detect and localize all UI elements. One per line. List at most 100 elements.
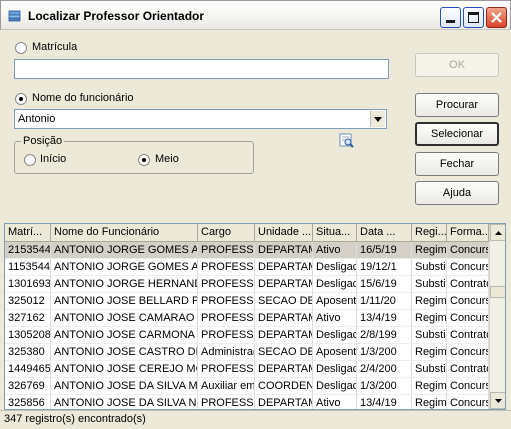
table-row[interactable]: 1449465ANTONIO JOSE CEREJO MCPROFESSODEP… xyxy=(5,361,489,378)
table-row[interactable]: 1301693ANTONIO JORGE HERNANDPROFESSODEPA… xyxy=(5,276,489,293)
table-cell: 325012 xyxy=(5,293,51,310)
status-text: 347 registro(s) encontrado(s) xyxy=(4,413,146,425)
table-cell: PROFESSO xyxy=(198,395,255,409)
table-row[interactable]: 326769 ANTONIO JOSE DA SILVA M Auxiliar em… xyxy=(5,378,489,395)
chevron-down-icon[interactable] xyxy=(370,111,385,127)
table-cell: ANTONIO JOSE DA SILVA M xyxy=(51,378,198,395)
inicio-label: Início xyxy=(40,153,67,165)
table-cell: Ativo xyxy=(313,310,357,327)
table-cell: ANTONIO JORGE GOMES AI xyxy=(51,242,198,259)
table-cell: ANTONIO JOSE CASTRO DE xyxy=(51,344,198,361)
table-row[interactable]: 325856ANTONIO JOSE DA SILVA NPROFESSODEP… xyxy=(5,395,489,409)
column-header[interactable]: Unidade ... xyxy=(255,224,313,242)
matricula-radio[interactable] xyxy=(15,42,27,54)
table-cell: Substitul xyxy=(412,276,447,293)
matricula-input[interactable] xyxy=(14,59,389,79)
table-cell: 326769 xyxy=(5,378,51,395)
fechar-button[interactable]: Fechar xyxy=(415,152,499,176)
column-header[interactable]: Nome do Funcionário xyxy=(51,224,198,242)
table-cell: DEPARTAM xyxy=(255,276,313,293)
status-bar: 347 registro(s) encontrado(s) xyxy=(0,410,511,429)
grid-body[interactable]: 2153544ANTONIO JORGE GOMES AIPROFESSODEP… xyxy=(5,242,489,409)
table-cell: DEPARTAM xyxy=(255,242,313,259)
funcionario-label: Nome do funcionário xyxy=(32,92,134,104)
table-cell: 1/11/20 xyxy=(357,293,412,310)
table-cell: 327162 xyxy=(5,310,51,327)
title-bar[interactable]: Localizar Professor Orientador xyxy=(0,0,511,30)
table-cell: Concurso xyxy=(447,344,489,361)
table-cell: Contrato xyxy=(447,361,489,378)
funcionario-radio[interactable] xyxy=(15,93,27,105)
scroll-down-button[interactable] xyxy=(490,392,505,409)
results-grid[interactable]: Matrí... Nome do Funcionário Cargo Unidade … xyxy=(4,223,506,410)
funcionario-value: Antonio xyxy=(18,113,56,125)
table-cell: Ativo xyxy=(313,242,357,259)
table-cell: Concurso xyxy=(447,242,489,259)
meio-radio[interactable] xyxy=(138,154,150,166)
table-cell: Aposent xyxy=(313,344,357,361)
table-row[interactable]: 327162ANTONIO JOSE CAMARAO EPROFESSODEPA… xyxy=(5,310,489,327)
table-cell: PROFESSO xyxy=(198,276,255,293)
scroll-thumb[interactable] xyxy=(490,286,505,298)
column-header[interactable]: Data ... xyxy=(357,224,412,242)
table-cell: Substitul xyxy=(412,361,447,378)
maximize-button[interactable] xyxy=(463,7,484,28)
window-title: Localizar Professor Orientador xyxy=(28,9,205,23)
arrow-up-icon xyxy=(494,230,502,235)
funcionario-combobox[interactable]: Antonio xyxy=(14,109,387,129)
close-button[interactable] xyxy=(486,7,507,28)
table-cell: 1153544 xyxy=(5,259,51,276)
matricula-label: Matrícula xyxy=(32,41,78,53)
table-cell: PROFESSO xyxy=(198,293,255,310)
app-icon xyxy=(8,10,21,22)
vertical-scrollbar[interactable] xyxy=(489,224,505,409)
table-cell: Ativo xyxy=(313,395,357,409)
table-cell: Aposent xyxy=(313,293,357,310)
table-cell: PROFESSO xyxy=(198,327,255,344)
ok-button[interactable]: OK xyxy=(415,53,499,77)
table-cell: Regime xyxy=(412,293,447,310)
column-header[interactable]: Forma... xyxy=(447,224,489,242)
table-cell: DEPARTAM xyxy=(255,310,313,327)
table-cell: PROFESSO xyxy=(198,242,255,259)
table-cell: 15/6/19 xyxy=(357,276,412,293)
column-header[interactable]: Matrí... xyxy=(5,224,51,242)
column-header[interactable]: Regi... xyxy=(412,224,447,242)
inicio-radio[interactable] xyxy=(24,154,36,166)
table-cell: 2/8/199 xyxy=(357,327,412,344)
table-cell: ANTONIO JORGE HERNAND xyxy=(51,276,198,293)
table-cell: Regime xyxy=(412,378,447,395)
table-cell: 325380 xyxy=(5,344,51,361)
grid-header: Matrí... Nome do Funcionário Cargo Unidade … xyxy=(5,224,489,242)
table-cell: DEPARTAM xyxy=(255,361,313,378)
table-cell: COORDEN xyxy=(255,378,313,395)
table-cell: Contrato xyxy=(447,276,489,293)
ajuda-button[interactable]: Ajuda xyxy=(415,181,499,205)
table-cell: DEPARTAM xyxy=(255,395,313,409)
scroll-up-button[interactable] xyxy=(490,224,505,241)
table-cell: Auxiliar em xyxy=(198,378,255,395)
table-row[interactable]: 2153544ANTONIO JORGE GOMES AIPROFESSODEP… xyxy=(5,242,489,259)
procurar-button[interactable]: Procurar xyxy=(415,93,499,117)
search-icon[interactable] xyxy=(339,133,355,149)
table-row[interactable]: 1305208ANTONIO JOSE CARMONA (PROFESSODEP… xyxy=(5,327,489,344)
table-cell: SECAO DE xyxy=(255,293,313,310)
selecionar-button[interactable]: Selecionar xyxy=(415,122,499,146)
table-cell: 16/5/19 xyxy=(357,242,412,259)
table-cell: Administrad xyxy=(198,344,255,361)
table-cell: 1301693 xyxy=(5,276,51,293)
table-cell: Desligac xyxy=(313,327,357,344)
table-row[interactable]: 325380 ANTONIO JOSE CASTRO DE Administrad S… xyxy=(5,344,489,361)
minimize-button[interactable] xyxy=(440,7,461,28)
table-cell: 19/12/1 xyxy=(357,259,412,276)
table-cell: 13/4/19 xyxy=(357,310,412,327)
table-cell: Concurso xyxy=(447,310,489,327)
table-cell: 2153544 xyxy=(5,242,51,259)
column-header[interactable]: Cargo xyxy=(198,224,255,242)
table-cell: 2/4/200 xyxy=(357,361,412,378)
column-header[interactable]: Situa... xyxy=(313,224,357,242)
table-row[interactable]: 325012ANTONIO JOSE BELLARD PPROFESSOSECA… xyxy=(5,293,489,310)
table-row[interactable]: 1153544ANTONIO JORGE GOMES AIPROFESSODEP… xyxy=(5,259,489,276)
table-cell: SECAO DE xyxy=(255,344,313,361)
table-cell: Concurso xyxy=(447,293,489,310)
